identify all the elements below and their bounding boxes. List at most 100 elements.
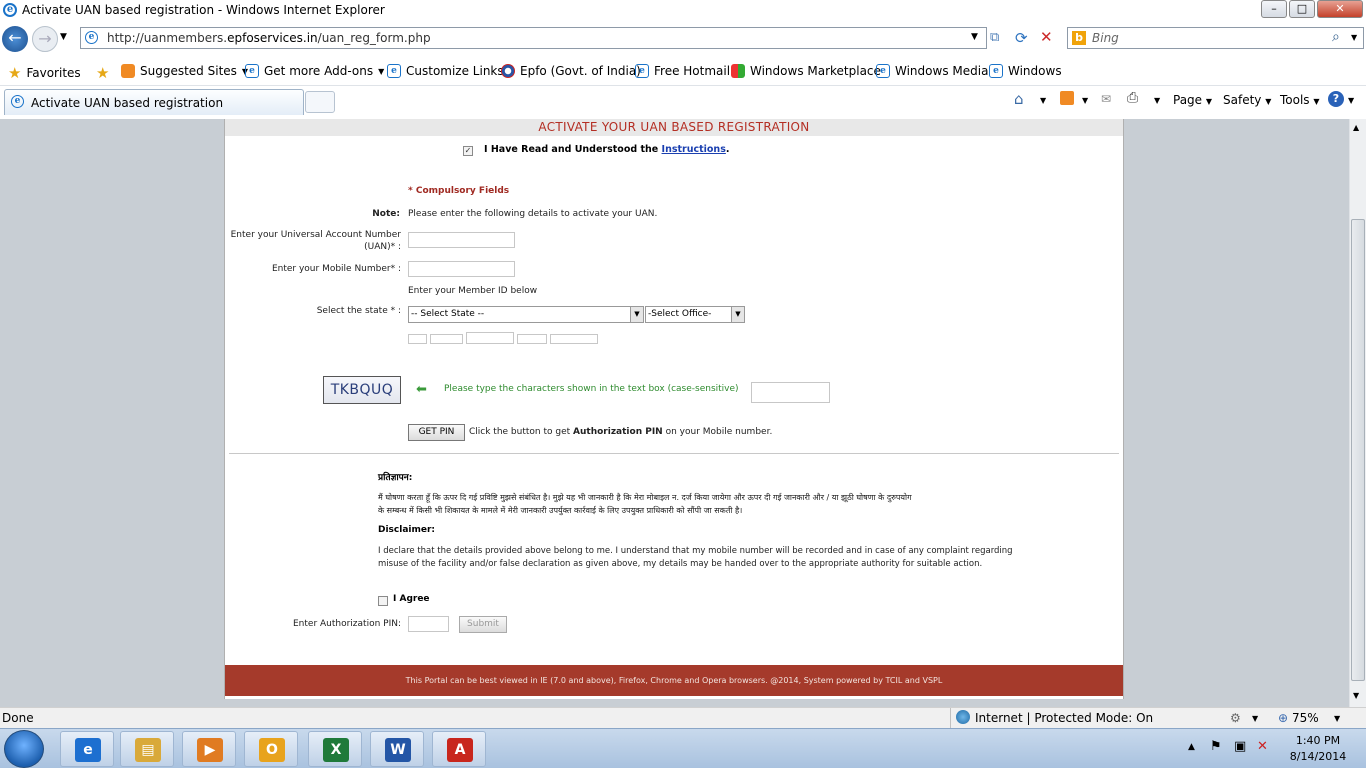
favorites-button[interactable]: ★ Favorites [8, 64, 81, 82]
scrollbar-thumb[interactable] [1351, 219, 1365, 681]
note-text: Please enter the following details to ac… [408, 209, 658, 219]
instructions-checkbox[interactable]: ✓ [463, 146, 473, 156]
protected-mode-icon[interactable]: ⚙ [1230, 711, 1241, 725]
search-dropdown-icon[interactable]: ▼ [1351, 33, 1357, 42]
favorite-epfo[interactable]: Epfo (Govt. of India) [501, 64, 641, 78]
home-icon[interactable]: ⌂ [1014, 90, 1024, 108]
disclaimer-line1: I declare that the details provided abov… [378, 546, 1013, 556]
page-menu[interactable]: Page ▼ [1173, 93, 1212, 107]
chevron-down-icon: ▼ [630, 307, 643, 322]
feeds-dropdown-icon[interactable]: ▼ [1082, 96, 1088, 105]
print-dropdown-icon[interactable]: ▼ [1154, 96, 1160, 105]
favorite-free-hotmail[interactable]: e Free Hotmail [635, 64, 730, 78]
search-icon[interactable]: ⌕ [1332, 29, 1340, 45]
globe-icon [956, 710, 970, 724]
uan-input[interactable] [408, 232, 515, 248]
member-id-extension-input[interactable] [517, 334, 547, 344]
clock-time: 1:40 PM [1295, 734, 1341, 747]
ie-page-icon: e [989, 64, 1003, 78]
favorite-customize-links[interactable]: e Customize Links [387, 64, 504, 78]
address-bar[interactable]: e http://uanmembers.epfoservices.in/uan_… [80, 27, 987, 49]
taskbar-internet-explorer[interactable]: e [60, 731, 114, 767]
stop-icon[interactable]: ✕ [1040, 28, 1053, 46]
back-button[interactable]: ← [2, 26, 28, 52]
page-icon: e [85, 31, 98, 44]
member-id-establishment-input[interactable] [466, 332, 514, 344]
agree-label: I Agree [393, 594, 430, 604]
agree-checkbox[interactable] [378, 596, 388, 606]
address-url[interactable]: http://uanmembers.epfoservices.in/uan_re… [107, 31, 431, 45]
favorite-windows-media[interactable]: e Windows Media [876, 64, 988, 78]
acrobat-icon: A [447, 738, 473, 762]
help-icon[interactable]: ? [1328, 91, 1344, 107]
minimize-button[interactable]: – [1261, 0, 1287, 18]
new-tab-button[interactable] [305, 91, 335, 113]
close-window-button[interactable]: ✕ [1317, 0, 1363, 18]
favorite-suggested-sites[interactable]: Suggested Sites ▼ [121, 64, 248, 78]
network-icon[interactable]: ▣ [1234, 739, 1246, 754]
help-dropdown-icon[interactable]: ▼ [1348, 96, 1354, 105]
scroll-down-icon[interactable]: ▼ [1353, 691, 1359, 700]
taskbar-word[interactable]: W [370, 731, 424, 767]
state-select[interactable]: -- Select State -- ▼ [408, 306, 644, 323]
favorite-windows-marketplace[interactable]: Windows Marketplace [731, 64, 881, 78]
page-heading: ACTIVATE YOUR UAN BASED REGISTRATION [225, 119, 1123, 136]
captcha-input[interactable] [751, 382, 830, 403]
search-box[interactable]: b Bing ⌕ ▼ [1067, 27, 1364, 49]
home-dropdown-icon[interactable]: ▼ [1040, 96, 1046, 105]
mobile-input[interactable] [408, 261, 515, 277]
chevron-down-icon: ▼ [1313, 97, 1320, 106]
tab-row: e Activate UAN based registration ⌂ ▼ ▼ … [0, 87, 1366, 117]
system-clock[interactable]: 1:40 PM 8/14/2014 [1278, 733, 1358, 765]
address-dropdown-icon[interactable]: ▼ [971, 32, 978, 42]
print-icon[interactable]: ⎙ [1127, 90, 1138, 106]
member-id-hint: Enter your Member ID below [408, 286, 538, 296]
forward-button[interactable]: → [32, 26, 58, 52]
read-mail-icon[interactable]: ✉ [1101, 92, 1111, 106]
taskbar-file-explorer[interactable]: ▤ [120, 731, 174, 767]
auth-pin-label: Enter Authorization PIN: [292, 619, 401, 629]
submit-button[interactable]: Submit [459, 616, 507, 633]
instructions-link[interactable]: Instructions [662, 144, 726, 155]
safety-menu[interactable]: Safety ▼ [1223, 93, 1271, 107]
favorite-windows[interactable]: e Windows [989, 64, 1062, 78]
maximize-button[interactable]: □ [1289, 0, 1315, 18]
security-zone[interactable]: Internet | Protected Mode: On [975, 711, 1153, 725]
mobile-label: Enter your Mobile Number* : [271, 264, 401, 274]
scroll-up-icon[interactable]: ▲ [1353, 123, 1359, 132]
vertical-scrollbar[interactable]: ▲ ▼ [1349, 119, 1366, 707]
arrow-left-icon: ⬅ [416, 382, 427, 397]
zoom-level[interactable]: 75% [1292, 711, 1319, 725]
chevron-down-icon: ▼ [378, 66, 385, 76]
ie-page-icon: e [387, 64, 401, 78]
get-pin-button[interactable]: GET PIN [408, 424, 465, 441]
tools-menu[interactable]: Tools ▼ [1280, 93, 1320, 107]
auth-pin-input[interactable] [408, 616, 449, 632]
window-title: Activate UAN based registration - Window… [22, 3, 385, 17]
start-button[interactable] [4, 730, 44, 768]
add-to-favorites-bar-button[interactable]: ★ [96, 64, 109, 82]
tab-activate-uan[interactable]: e Activate UAN based registration [4, 89, 304, 115]
zoom-dropdown-icon[interactable]: ▼ [1334, 714, 1340, 723]
taskbar-outlook[interactable]: O [244, 731, 298, 767]
refresh-icon[interactable]: ⟳ [1015, 29, 1028, 47]
registration-form-panel: ACTIVATE YOUR UAN BASED REGISTRATION ✓ I… [224, 119, 1124, 699]
feeds-icon[interactable] [1060, 91, 1074, 105]
member-id-office-input[interactable] [430, 334, 463, 344]
member-id-region-input[interactable] [408, 334, 427, 344]
navigation-bar: ← → ▼ e http://uanmembers.epfoservices.i… [0, 24, 1366, 54]
member-id-account-input[interactable] [550, 334, 598, 344]
action-center-flag-icon[interactable]: ⚑ [1210, 739, 1222, 754]
favorite-get-more-addons[interactable]: e Get more Add-ons ▼ [245, 64, 384, 78]
taskbar-media-player[interactable]: ▶ [182, 731, 236, 767]
taskbar-acrobat[interactable]: A [432, 731, 486, 767]
volume-muted-icon[interactable]: ✕ [1257, 739, 1268, 754]
search-input[interactable]: Bing [1092, 31, 1119, 45]
taskbar-excel[interactable]: X [308, 731, 362, 767]
chevron-down-icon[interactable]: ▼ [1252, 714, 1258, 723]
file-explorer-icon: ▤ [135, 738, 161, 762]
show-hidden-icons[interactable]: ▲ [1188, 742, 1195, 752]
office-select[interactable]: -Select Office- ▼ [645, 306, 745, 323]
recent-pages-dropdown-icon[interactable]: ▼ [60, 32, 67, 42]
compatibility-view-icon[interactable]: ⧉ [990, 30, 999, 45]
